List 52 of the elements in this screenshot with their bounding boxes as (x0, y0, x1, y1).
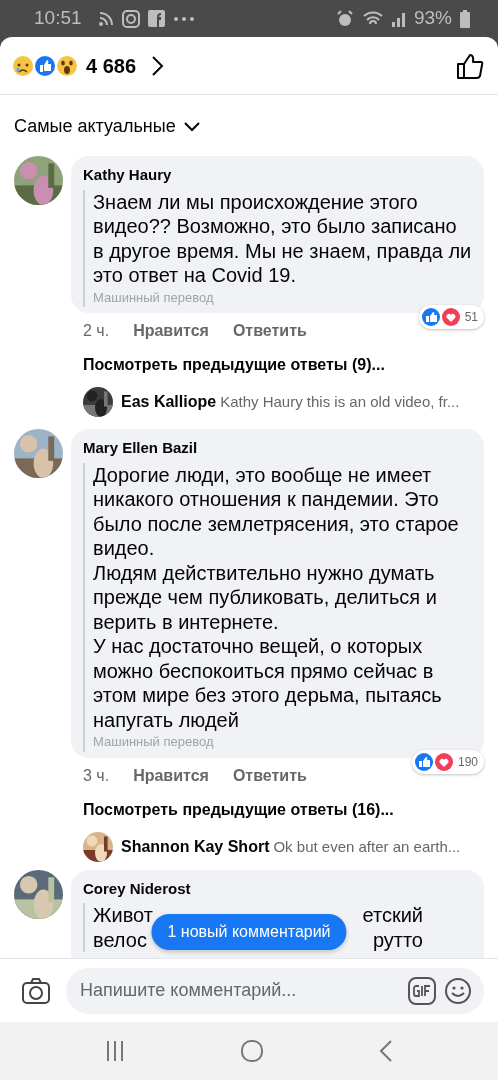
new-comment-button[interactable]: 1 новый комментарий (151, 914, 347, 950)
signal-icon (391, 10, 406, 27)
reply-link[interactable]: Ответить (232, 763, 307, 788)
more-icon (172, 15, 195, 22)
reply-preview: Kathy Haury this is an old video, fr... (220, 392, 460, 412)
reaction-count: 51 (464, 309, 478, 326)
reply-link[interactable]: Ответить (232, 319, 307, 343)
reply-author: Shannon Kay Short (121, 836, 270, 857)
home-icon[interactable] (240, 1039, 264, 1063)
rss-icon (97, 10, 114, 27)
thumbs-up-icon[interactable] (456, 51, 484, 80)
translation-label: Машинный перевод (93, 288, 215, 307)
comment-time: 3 ч. (83, 765, 110, 786)
comment-text: етский (362, 903, 423, 928)
status-time: 10:51 (34, 6, 82, 31)
back-icon[interactable] (378, 1039, 393, 1063)
translation-label: Машинный перевод (93, 733, 215, 751)
smiley-icon[interactable] (444, 976, 472, 1005)
recent-apps-icon[interactable] (105, 1040, 126, 1062)
reply-author: Eas Kalliope (121, 392, 217, 412)
comment-text: Живот (93, 903, 153, 928)
square-icon (147, 10, 165, 27)
wow-emoji-icon (56, 54, 78, 77)
comment-time: 2 ч. (83, 321, 110, 341)
comment-text: Дорогие люди, это вообще не имеет никакого отношения к пандемии. Это было после землетрясения, это старое видео. (93, 462, 460, 561)
sad-emoji-icon (12, 54, 34, 77)
view-replies-link[interactable]: Посмотреть предыдущие ответы (9)... (71, 343, 484, 377)
view-replies-link[interactable]: Посмотреть предыдущие ответы (16)... (71, 787, 484, 822)
camera-icon (121, 9, 140, 28)
sort-dropdown[interactable]: Самые актуальные (14, 113, 176, 140)
gif-icon[interactable] (408, 976, 436, 1005)
comment-text: рутто (372, 927, 423, 952)
comment-author: Mary Ellen Bazil (83, 438, 199, 458)
comment-input-field[interactable]: Напишите комментарий... (66, 967, 484, 1014)
comment-author: Kathy Haury (83, 165, 173, 185)
battery-icon (460, 9, 470, 28)
reaction-count: 190 (457, 753, 478, 771)
like-link[interactable]: Нравится (133, 763, 209, 788)
reaction-count: 4 686 (86, 53, 137, 79)
comment-text: Знаем ли мы происхождение этого видео?? Возможно, это было записано в другое время. Мы не знаем, правда ли это ответ на Covid 19. (93, 189, 472, 288)
reply-preview: Ok but even after an earth... (273, 836, 461, 857)
camera-icon[interactable] (22, 977, 50, 1004)
comment-author: Corey Niderost (83, 878, 192, 899)
alarm-icon (335, 9, 354, 28)
chevron-down-icon[interactable] (183, 121, 200, 132)
comment-text: У нас достаточно вещей, о которых можно беспокоиться прямо сейчас в этом мире без этого дерьма, пытаясь напугать людей (93, 634, 443, 732)
comment-text: Людям действительно нужно думать прежде чем публиковать, делиться и верить в интернете. (93, 560, 438, 634)
like-emoji-icon (34, 54, 56, 77)
like-link[interactable]: Нравится (133, 319, 209, 343)
battery-level: 93% (413, 6, 452, 31)
comment-text: велос (93, 927, 147, 952)
chevron-right-icon[interactable] (150, 54, 165, 77)
